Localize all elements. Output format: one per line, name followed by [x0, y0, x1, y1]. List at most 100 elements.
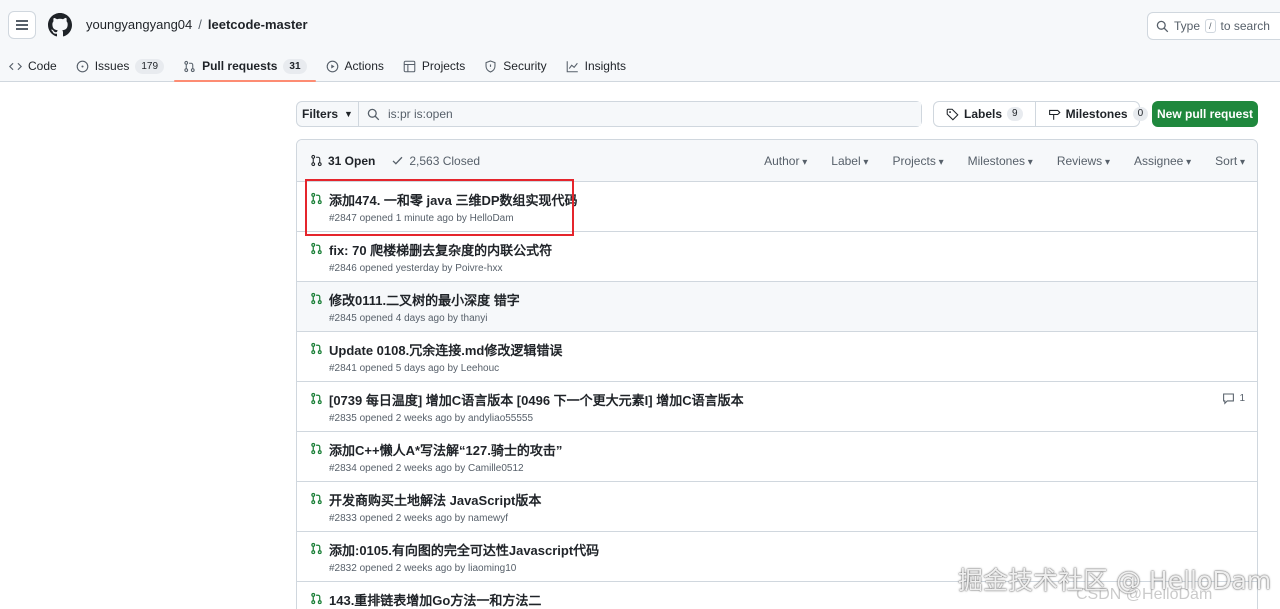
code-icon [9, 62, 22, 70]
sort-dropdown[interactable]: Sort [1215, 154, 1245, 168]
pull-request-row: 修改0111.二叉树的最小深度 错字 #2845 opened 4 days a… [297, 282, 1257, 332]
open-count: 31 Open [328, 153, 376, 168]
search-icon [367, 108, 380, 120]
pull-request-meta: #2841 opened 5 days ago by Leehouc [329, 363, 500, 374]
tab-pull-requests[interactable]: Pull requests 31 [174, 50, 317, 82]
global-search[interactable]: Type / to search [1147, 12, 1280, 40]
tab-insights[interactable]: Insights [557, 50, 635, 82]
pull-request-meta: #2835 opened 2 weeks ago by andyliao5555… [329, 413, 534, 424]
pull-request-title[interactable]: 添加:0105.有向图的完全可达性Javascript代码 [329, 540, 599, 559]
pull-request-row: 开发商购买土地解法 JavaScript版本 #2833 opened 2 we… [297, 482, 1257, 532]
comment-icon [1223, 393, 1235, 405]
assignee-dropdown[interactable]: Assignee [1134, 154, 1191, 168]
pull-request-list: 31 Open 2,563 Closed Author Label Projec… [296, 139, 1258, 609]
tab-actions[interactable]: Actions [317, 50, 393, 82]
pull-request-title[interactable]: 添加474. 一和零 java 三维DP数组实现代码 [329, 190, 578, 209]
open-pr-icon [311, 542, 322, 555]
pull-request-row: fix: 70 爬楼梯删去复杂度的内联公式符 #2846 opened yest… [297, 232, 1257, 282]
labels-counter: 9 [1007, 107, 1023, 121]
breadcrumb-separator: / [198, 17, 202, 32]
juejin-watermark: 掘金技术社区 @ HelloDam [958, 566, 1272, 595]
filters-dropdown[interactable]: Filters ▼ [297, 102, 359, 126]
pull-request-meta: #2832 opened 2 weeks ago by liaoming10 [329, 563, 517, 574]
open-pr-icon [311, 192, 322, 205]
pull-request-title[interactable]: 143.重排链表增加Go方法一和方法二 [329, 590, 541, 609]
author-dropdown[interactable]: Author [764, 154, 807, 168]
open-pr-icon [311, 242, 322, 255]
tab-label: Actions [344, 59, 384, 73]
repo-header: youngyangyang04 / leetcode-master Type /… [0, 0, 1280, 82]
tab-label: Insights [584, 59, 626, 73]
pull-request-meta: #2834 opened 2 weeks ago by Camille0512 [329, 463, 524, 474]
play-icon [326, 60, 338, 72]
closed-count: 2,563 Closed [409, 153, 481, 168]
tab-label: Pull requests [202, 59, 278, 73]
pull-request-title[interactable]: Update 0108.冗余连接.md修改逻辑错误 [329, 340, 562, 359]
milestones-counter: 0 [1132, 107, 1149, 121]
pull-request-title[interactable]: [0739 每日温度] 增加C语言版本 [0496 下一个更大元素I] 增加C语… [329, 390, 744, 409]
comment-count: 1 [1239, 393, 1245, 404]
open-pr-icon [311, 342, 322, 355]
tab-label: Code [28, 59, 57, 73]
labels-button[interactable]: Labels 9 [934, 102, 1035, 126]
open-pr-icon [311, 392, 322, 405]
github-logo-icon[interactable] [48, 13, 72, 37]
tab-code[interactable]: Code [0, 50, 66, 82]
pr-search-input[interactable]: is:pr is:open [359, 102, 921, 126]
milestones-label: Milestones [1065, 107, 1128, 121]
menu-button[interactable] [8, 11, 36, 39]
open-pr-icon [311, 442, 322, 455]
reviews-dropdown[interactable]: Reviews [1057, 154, 1110, 168]
tab-issues[interactable]: Issues 179 [67, 50, 173, 82]
pull-request-row: Update 0108.冗余连接.md修改逻辑错误 #2841 opened 5… [297, 332, 1257, 382]
pull-request-row: 添加474. 一和零 java 三维DP数组实现代码 #2847 opened … [297, 182, 1257, 232]
search-query: is:pr is:open [388, 107, 453, 121]
pull-request-title[interactable]: 修改0111.二叉树的最小深度 错字 [329, 290, 520, 309]
pull-request-row: 添加C++懒人A*写法解“127.骑士的攻击” #2834 opened 2 w… [297, 432, 1257, 482]
closed-filter[interactable]: 2,563 Closed [391, 154, 480, 168]
repo-link[interactable]: leetcode-master [208, 17, 308, 32]
pull-request-title[interactable]: 开发商购买土地解法 JavaScript版本 [329, 490, 541, 509]
open-pr-icon [311, 592, 322, 605]
repo-tabs: Code Issues 179 Pull requests 31 Actions… [0, 50, 636, 82]
search-icon [1156, 20, 1169, 32]
label-dropdown[interactable]: Label [831, 154, 868, 168]
tab-security[interactable]: Security [475, 50, 555, 82]
graph-icon [566, 60, 578, 72]
pull-request-meta: #2845 opened 4 days ago by thanyi [329, 313, 488, 324]
issue-icon [76, 60, 89, 72]
milestones-button[interactable]: Milestones 0 [1034, 102, 1161, 126]
tag-icon [946, 108, 959, 121]
tab-counter: 179 [135, 58, 165, 74]
pull-request-title[interactable]: fix: 70 爬楼梯删去复杂度的内联公式符 [329, 240, 552, 259]
tab-counter: 31 [283, 58, 307, 74]
comment-count-link[interactable]: 1 [1222, 392, 1245, 405]
new-pull-request-button[interactable]: New pull request [1152, 101, 1258, 127]
list-header: 31 Open 2,563 Closed Author Label Projec… [297, 140, 1257, 182]
projects-dropdown[interactable]: Projects [892, 154, 943, 168]
tab-projects[interactable]: Projects [394, 50, 474, 82]
pull-request-title[interactable]: 添加C++懒人A*写法解“127.骑士的攻击” [329, 440, 562, 459]
pull-request-meta: #2833 opened 2 weeks ago by namewyf [329, 513, 509, 524]
caret-down-icon: ▼ [344, 109, 353, 119]
hamburger-icon [16, 24, 28, 26]
table-icon [403, 60, 416, 72]
open-filter[interactable]: 31 Open [310, 154, 375, 168]
tab-label: Issues [94, 59, 130, 73]
pull-request-row: [0739 每日温度] 增加C语言版本 [0496 下一个更大元素I] 增加C语… [297, 382, 1257, 432]
labels-label: Labels [964, 107, 1003, 121]
check-icon [392, 156, 403, 165]
labels-milestones-group: Labels 9 Milestones 0 [933, 101, 1149, 127]
open-pr-icon [311, 292, 322, 305]
pull-request-meta: #2847 opened 1 minute ago by HelloDam [329, 213, 514, 224]
open-pr-icon [311, 492, 322, 505]
milestones-dropdown[interactable]: Milestones [968, 154, 1033, 168]
search-type-text: Type [1174, 19, 1201, 33]
milestone-icon [1048, 109, 1061, 120]
owner-link[interactable]: youngyangyang04 [86, 17, 192, 32]
git-pull-request-icon [311, 154, 322, 167]
breadcrumb: youngyangyang04 / leetcode-master [86, 17, 308, 32]
search-rest-text: to search [1220, 19, 1270, 33]
git-pull-request-icon [184, 60, 195, 72]
pull-request-meta: #2846 opened yesterday by Poivre-hxx [329, 263, 503, 274]
